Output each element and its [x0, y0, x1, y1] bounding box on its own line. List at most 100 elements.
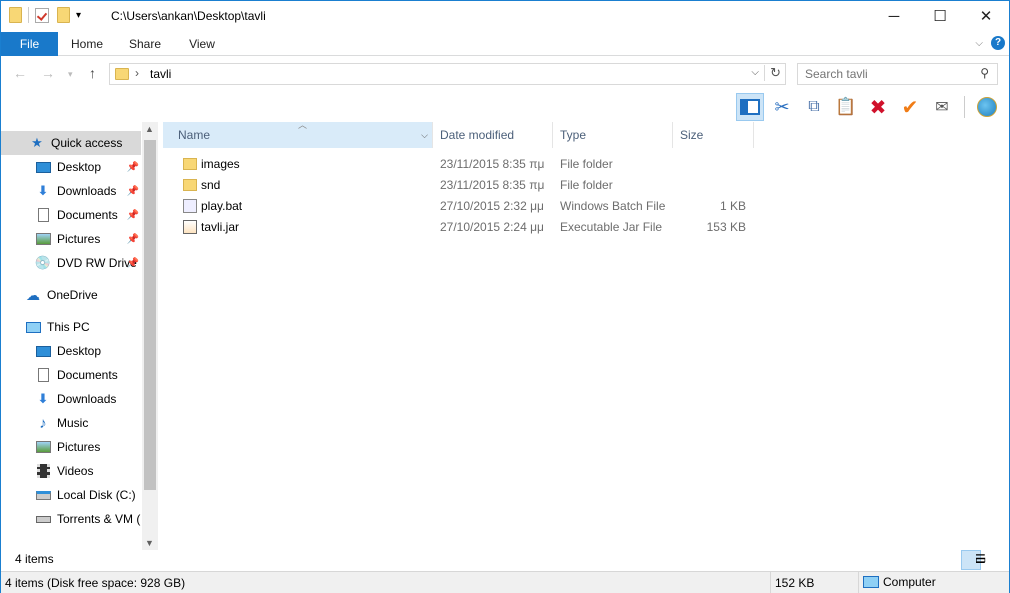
table-row[interactable]: images 23/11/2015 8:35 πμ File folder: [163, 154, 763, 175]
search-input[interactable]: [805, 67, 970, 81]
tab-view[interactable]: View: [174, 32, 230, 56]
drive-icon: [35, 512, 51, 526]
nav-item-music[interactable]: ♪ Music: [1, 411, 141, 435]
back-arrow-icon[interactable]: ←: [13, 65, 27, 81]
documents-icon: [35, 208, 51, 222]
nav-item-label: Documents: [57, 208, 118, 222]
delete-icon[interactable]: ✖: [864, 93, 892, 121]
column-label: Date modified: [440, 128, 515, 142]
nav-scrollbar[interactable]: ▲ ▼: [142, 122, 158, 550]
checkmark-icon[interactable]: ✔: [896, 93, 924, 121]
folder-icon: [9, 7, 22, 23]
desktop-icon: [35, 160, 51, 174]
column-header-type[interactable]: Type: [545, 122, 673, 148]
command-toolbar: ✂ ⧉ 📋 ✖ ✔ ✉: [1, 92, 1009, 122]
column-header-size[interactable]: Size: [665, 122, 754, 148]
nav-item-label: Desktop: [57, 160, 102, 174]
item-count: 4 items: [15, 552, 54, 566]
rename-icon[interactable]: ✉: [928, 93, 956, 121]
nav-item-pc-desktop[interactable]: Desktop: [1, 339, 141, 363]
explorer-window: ▾ C:\Users\ankan\Desktop\tavli ─ ☐ ✕ Fil…: [0, 0, 1010, 593]
file-name: images: [201, 157, 240, 171]
column-label: Size: [680, 128, 704, 142]
tab-file[interactable]: File: [1, 32, 58, 56]
globe-button[interactable]: [973, 93, 1001, 121]
column-header-date-modified[interactable]: Date modified: [425, 122, 553, 148]
nav-item-torrents-vm[interactable]: Torrents & VM (I: [1, 507, 141, 531]
pin-icon[interactable]: 📌: [127, 162, 139, 173]
new-folder-icon[interactable]: [57, 7, 70, 23]
large-icons-view-button[interactable]: ▭: [975, 550, 1003, 570]
breadcrumb[interactable]: tavli: [150, 67, 171, 81]
preview-pane-button[interactable]: [736, 93, 764, 121]
music-icon: ♪: [39, 414, 47, 432]
scroll-down-icon[interactable]: ▼: [145, 538, 154, 548]
tab-home[interactable]: Home: [58, 32, 116, 56]
scroll-up-icon[interactable]: ▲: [145, 124, 154, 134]
up-arrow-icon[interactable]: ↑: [89, 65, 96, 81]
nav-item-pc-downloads[interactable]: ⬇ Downloads: [1, 387, 141, 411]
file-size: 153 KB: [706, 220, 746, 234]
nav-item-this-pc[interactable]: This PC: [1, 315, 141, 339]
paste-icon[interactable]: 📋: [832, 93, 860, 121]
nav-item-downloads[interactable]: ⬇ Downloads 📌: [1, 179, 141, 203]
pin-icon[interactable]: 📌: [127, 210, 139, 221]
expand-ribbon-icon[interactable]: ⌵: [975, 38, 983, 49]
pictures-icon: [35, 440, 51, 454]
download-icon: ⬇: [37, 391, 49, 406]
file-name: tavli.jar: [201, 220, 240, 234]
nav-item-quick-access[interactable]: ★ Quick access: [1, 131, 141, 155]
status-divider: [858, 572, 859, 593]
file-date: 23/11/2015 8:35 πμ: [440, 178, 545, 192]
table-row[interactable]: tavli.jar 27/10/2015 2:24 μμ Executable …: [163, 217, 763, 238]
maximize-button[interactable]: ☐: [917, 1, 963, 31]
nav-item-documents[interactable]: Documents 📌: [1, 203, 141, 227]
status-bar: 4 items (Disk free space: 928 GB) 152 KB…: [1, 571, 1009, 593]
pin-icon[interactable]: 📌: [127, 234, 139, 245]
file-date: 27/10/2015 2:32 μμ: [440, 199, 544, 213]
nav-item-desktop[interactable]: Desktop 📌: [1, 155, 141, 179]
properties-icon[interactable]: [35, 7, 49, 23]
scroll-thumb[interactable]: [144, 140, 156, 490]
recent-locations-icon[interactable]: ▾: [68, 69, 73, 80]
nav-item-pc-documents[interactable]: Documents: [1, 363, 141, 387]
documents-icon: [35, 368, 51, 382]
file-name: play.bat: [201, 199, 243, 213]
nav-item-local-disk[interactable]: Local Disk (C:): [1, 483, 141, 507]
pin-icon[interactable]: 📌: [127, 258, 139, 269]
pane-icon: [740, 99, 760, 115]
dvd-drive-icon: 💿: [34, 255, 52, 270]
disk-icon: [35, 488, 51, 502]
address-bar[interactable]: › tavli ⌵ ↻: [109, 63, 786, 85]
nav-item-onedrive[interactable]: ☁ OneDrive: [1, 283, 141, 307]
column-header-name[interactable]: ︿ Name ⌵: [163, 120, 433, 148]
tab-share[interactable]: Share: [116, 32, 174, 56]
copy-icon[interactable]: ⧉: [800, 93, 828, 121]
nav-item-pictures[interactable]: Pictures 📌: [1, 227, 141, 251]
status-location-label: Computer: [883, 575, 936, 589]
pin-icon[interactable]: 📌: [127, 186, 139, 197]
nav-item-label: Documents: [57, 368, 118, 382]
nav-item-label: Torrents & VM (I: [57, 512, 141, 526]
search-box[interactable]: ⚲: [797, 63, 998, 85]
jar-file-icon: [183, 220, 197, 234]
close-button[interactable]: ✕: [963, 1, 1009, 31]
status-location: Computer: [863, 575, 936, 589]
nav-item-videos[interactable]: Videos: [1, 459, 141, 483]
forward-arrow-icon[interactable]: →: [41, 65, 55, 81]
help-icon[interactable]: ?: [991, 36, 1005, 50]
breadcrumb-chevron-icon[interactable]: ›: [135, 66, 139, 80]
nav-item-dvd-drive[interactable]: 💿 DVD RW Drive 📌: [1, 251, 141, 275]
cut-icon[interactable]: ✂: [768, 93, 796, 121]
customize-quick-access-icon[interactable]: ▾: [76, 10, 81, 21]
table-row[interactable]: snd 23/11/2015 8:35 πμ File folder: [163, 175, 763, 196]
nav-item-pc-pictures[interactable]: Pictures: [1, 435, 141, 459]
refresh-icon[interactable]: ↻: [764, 65, 781, 81]
nav-item-label: Downloads: [57, 184, 117, 198]
column-label: Name: [178, 128, 211, 142]
navigation-pane: ★ Quick access Desktop 📌 ⬇ Downloads 📌 D…: [1, 122, 158, 550]
separator: [28, 7, 29, 23]
minimize-button[interactable]: ─: [871, 1, 917, 31]
table-row[interactable]: play.bat 27/10/2015 2:32 μμ Windows Batc…: [163, 196, 763, 217]
address-dropdown-icon[interactable]: ⌵: [751, 67, 759, 78]
